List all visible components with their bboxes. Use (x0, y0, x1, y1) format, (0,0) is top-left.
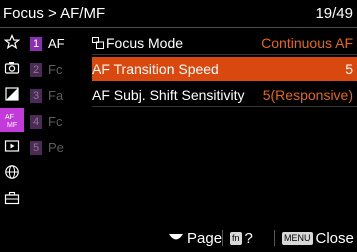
menu-list: Focus Mode Continuous AF AF Transition S… (92, 28, 357, 224)
subtab-number: 1 (30, 37, 42, 51)
star-icon (4, 34, 20, 50)
page-button[interactable]: Page (168, 228, 222, 248)
still-movie-icon (92, 37, 104, 49)
menu-item-af-subj-shift-sensitivity[interactable]: AF Subj. Shift Sensitivity 5(Responsive) (92, 83, 357, 107)
menu-item-label: Focus Mode (106, 35, 184, 51)
svg-text:MF: MF (7, 122, 17, 129)
subtab-number: 4 (30, 115, 42, 129)
menu-screen: Focus > AF/MF 19/49 AF MF 1 AF 2 Fc 3 Fa… (0, 0, 357, 252)
page-counter: 19/49 (315, 5, 353, 22)
toolbox-icon (4, 191, 20, 205)
category-exposure[interactable] (0, 82, 24, 106)
subtab-label: AF (48, 36, 65, 51)
category-focus[interactable]: AF MF (0, 108, 24, 132)
playback-icon (4, 140, 20, 152)
camera-icon (4, 62, 20, 74)
close-button[interactable]: MENU Close (282, 228, 354, 248)
svg-text:AF: AF (5, 114, 14, 121)
subtab-column: 1 AF 2 Fc 3 Fa 4 Fc 5 Pe (24, 28, 92, 224)
subtab-3[interactable]: 3 Fa (24, 85, 92, 107)
footer-divider (274, 230, 275, 246)
header: Focus > AF/MF 19/49 (0, 0, 357, 27)
trash-key-icon: fn (230, 231, 242, 245)
category-playback[interactable] (0, 134, 24, 158)
dial-icon (169, 234, 183, 240)
subtab-label: Fa (48, 88, 64, 103)
af-mf-icon: AF MF (5, 114, 17, 129)
subtab-number: 5 (30, 141, 42, 155)
menu-item-label-wrap: Focus Mode (92, 35, 183, 51)
category-network[interactable] (0, 160, 24, 184)
footer-divider (222, 230, 223, 246)
category-setup[interactable] (0, 186, 24, 210)
help-label: ? (244, 229, 253, 247)
exposure-icon (5, 87, 19, 101)
subtab-label: Fc (48, 114, 63, 129)
close-label: Close (315, 229, 354, 247)
menu-item-af-transition-speed[interactable]: AF Transition Speed 5 (92, 57, 357, 81)
menu-item-value: 5(Responsive) (262, 87, 353, 103)
subtab-5[interactable]: 5 Pe (24, 137, 92, 159)
page-label: Page (187, 229, 223, 247)
menu-item-value: 5 (345, 61, 353, 77)
category-column: AF MF (0, 28, 24, 224)
help-button[interactable]: fn ? (230, 228, 253, 248)
subtab-number: 2 (30, 63, 42, 77)
subtab-label: Fc (48, 62, 63, 77)
subtab-4[interactable]: 4 Fc (24, 111, 92, 133)
category-shooting[interactable] (0, 56, 24, 80)
menu-key-icon: MENU (282, 231, 313, 245)
footer-bar: Page fn ? MENU Close (0, 224, 357, 252)
menu-item-label: AF Subj. Shift Sensitivity (92, 87, 245, 103)
subtab-2[interactable]: 2 Fc (24, 59, 92, 81)
menu-item-focus-mode[interactable]: Focus Mode Continuous AF (92, 31, 357, 55)
menu-item-value: Continuous AF (261, 35, 353, 51)
network-icon (5, 165, 19, 179)
subtab-label: Pe (48, 140, 64, 155)
breadcrumb: Focus > AF/MF (3, 5, 106, 22)
category-star[interactable] (0, 30, 24, 54)
subtab-number: 3 (30, 89, 42, 103)
subtab-1[interactable]: 1 AF (24, 33, 92, 55)
menu-item-label: AF Transition Speed (92, 61, 219, 77)
